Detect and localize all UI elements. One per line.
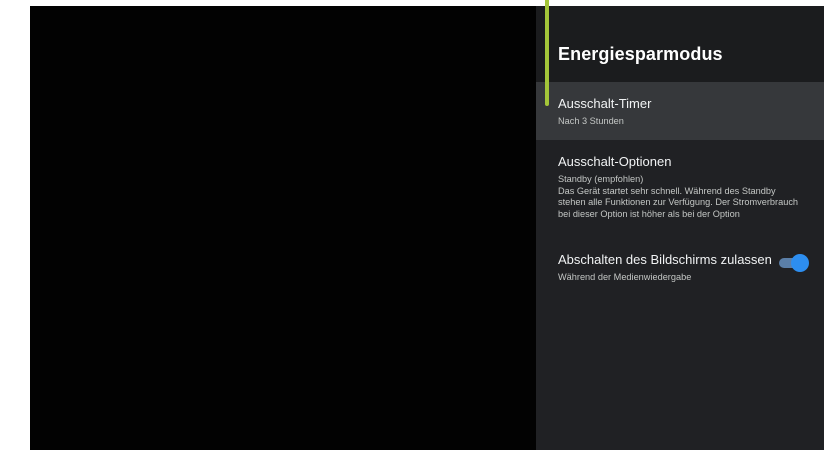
item-title: Ausschalt-Timer xyxy=(558,96,652,111)
toggle-thumb xyxy=(791,254,809,272)
video-background xyxy=(30,6,536,450)
tv-screen: Energiesparmodus Ausschalt-Timer Nach 3 … xyxy=(0,0,824,450)
menu-item-ausschalt-timer[interactable]: Ausschalt-Timer Nach 3 Stunden xyxy=(536,82,824,140)
item-subtitle-line: stehen alle Funktionen zur Verfügung. De… xyxy=(558,197,799,207)
item-subtitle-line: Standby (empfohlen) xyxy=(558,174,644,184)
item-subtitle: Nach 3 Stunden xyxy=(558,116,624,126)
item-subtitle: Während der Medienwiedergabe xyxy=(558,272,692,282)
settings-panel: Energiesparmodus Ausschalt-Timer Nach 3 … xyxy=(536,6,824,450)
item-subtitle-line: bei dieser Option ist höher als bei der … xyxy=(558,208,740,219)
item-title: Ausschalt-Optionen xyxy=(558,154,672,169)
page-title: Energiesparmodus xyxy=(558,44,723,64)
menu-item-ausschalt-optionen[interactable]: Ausschalt-Optionen Standby (empfohlen) D… xyxy=(536,140,824,236)
focus-indicator xyxy=(545,0,549,106)
item-title: Abschalten des Bildschirms zulassen xyxy=(558,252,772,267)
panel-header: Energiesparmodus xyxy=(536,6,824,82)
screen-off-toggle[interactable] xyxy=(779,254,809,272)
item-subtitle-line: Das Gerät startet sehr schnell. Während … xyxy=(558,185,776,196)
